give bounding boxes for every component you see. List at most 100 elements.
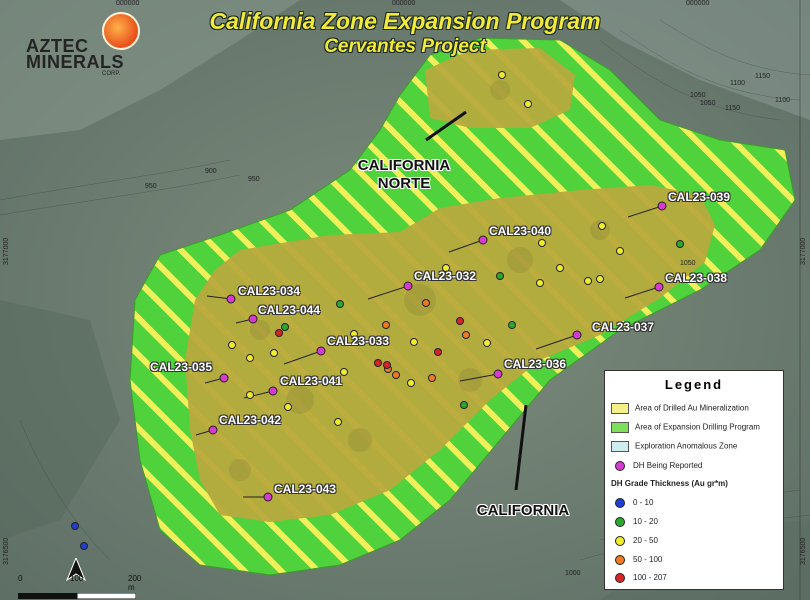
dh-grade-20-50 [596, 275, 604, 283]
contour-label: 1150 [725, 105, 741, 112]
coord-left-bottom: 3176500 [3, 537, 10, 565]
dh-reported-cal23-039 [657, 201, 667, 211]
zone-label-line: NORTE [377, 175, 431, 192]
legend-grade-100-207: 100 - 207 [611, 573, 667, 583]
dh-label-cal23-044[interactable]: CAL23-044 [258, 303, 320, 317]
dh-grade-20-50 [598, 222, 606, 230]
dh-label-cal23-037[interactable]: CAL23-037 [592, 320, 654, 334]
coord-right-bottom: 3176500 [800, 537, 807, 565]
dh-reported-cal23-034 [226, 294, 236, 304]
contour-label: 1100 [730, 80, 746, 87]
dh-grade-20-50 [246, 391, 254, 399]
legend-item-dh-reported: DH Being Reported [611, 461, 702, 471]
contour-label: 1000 [565, 570, 581, 577]
logo-line-3: CORP. [102, 71, 121, 77]
legend-label: 10 - 20 [633, 517, 658, 527]
legend-label: 0 - 10 [633, 498, 654, 508]
dh-label-cal23-042[interactable]: CAL23-042 [219, 413, 281, 427]
contour-label: 950 [248, 176, 260, 183]
dh-grade-10-20 [508, 321, 516, 329]
legend-grade-20-50: 20 - 50 [611, 536, 658, 546]
legend-swatch [611, 441, 629, 452]
dh-label-cal23-036[interactable]: CAL23-036 [504, 357, 566, 371]
dh-grade-50-100 [428, 374, 436, 382]
dh-grade-20-50 [407, 379, 415, 387]
dh-reported-cal23-033 [316, 346, 326, 356]
scale-label-zero: 0 [18, 574, 23, 583]
dh-grade-20-50 [584, 277, 592, 285]
dh-label-cal23-034[interactable]: CAL23-034 [238, 284, 300, 298]
dh-label-cal23-040[interactable]: CAL23-040 [489, 224, 551, 238]
legend-item-expansion: Area of Expansion Drilling Program [611, 422, 760, 433]
dh-reported-cal23-037 [572, 330, 582, 340]
dh-label-cal23-038[interactable]: CAL23-038 [665, 271, 727, 285]
legend-dot [615, 573, 625, 583]
legend-dot [615, 461, 625, 471]
dh-grade-50-100 [462, 331, 470, 339]
legend-title: Legend [664, 377, 724, 392]
dh-grade-10-20 [676, 240, 684, 248]
dh-reported-cal23-041 [268, 386, 278, 396]
dh-grade-20-50 [538, 239, 546, 247]
legend-label: Area of Drilled Au Mineralization [635, 403, 749, 413]
scale-bar: 0 100 200 m [18, 574, 141, 600]
dh-grade-100-207 [434, 348, 442, 356]
dh-grade-0-10 [80, 542, 88, 550]
legend-item-mineralization: Area of Drilled Au Mineralization [611, 403, 749, 414]
legend-item-anomalous: Exploration Anomalous Zone [611, 441, 737, 452]
dh-reported-cal23-043 [263, 492, 273, 502]
scale-label-mid: 100 [70, 574, 84, 583]
legend-grade-50-100: 50 - 100 [611, 555, 662, 565]
legend-label: Exploration Anomalous Zone [635, 441, 738, 451]
dh-reported-cal23-042 [208, 425, 218, 435]
contour-label: 900 [205, 168, 217, 175]
legend-label: DH Being Reported [633, 461, 703, 471]
dh-label-cal23-032[interactable]: CAL23-032 [414, 269, 476, 283]
dh-reported-cal23-032 [403, 281, 413, 291]
coord-top-1: 000000 [116, 0, 140, 7]
legend-dot [615, 536, 625, 546]
dh-label-cal23-039[interactable]: CAL23-039 [668, 190, 730, 204]
dh-label-cal23-043[interactable]: CAL23-043 [274, 482, 336, 496]
dh-grade-20-50 [410, 338, 418, 346]
dh-reported-cal23-038 [654, 282, 664, 292]
legend-swatch [611, 403, 629, 414]
dh-grade-20-50 [616, 247, 624, 255]
dh-reported-cal23-036 [493, 369, 503, 379]
dh-grade-20-50 [284, 403, 292, 411]
legend-dot [615, 517, 625, 527]
scale-bar-graphic [18, 592, 137, 600]
dh-label-cal23-033[interactable]: CAL23-033 [327, 334, 389, 348]
dh-grade-20-50 [498, 71, 506, 79]
zone-label-line: CALIFORNIA [476, 502, 570, 519]
legend-dot [615, 555, 625, 565]
logo-line-2: MINERALS [26, 52, 124, 72]
contour-label: 1100 [775, 97, 791, 104]
contour-label: 950 [145, 183, 157, 190]
legend-swatch [611, 422, 629, 433]
legend-label: 20 - 50 [633, 536, 658, 546]
zone-label-california-norte: CALIFORNIA NORTE [348, 157, 460, 193]
map-canvas[interactable]: California Zone Expansion Program Cervan… [0, 0, 810, 600]
dh-label-cal23-041[interactable]: CAL23-041 [280, 374, 342, 388]
dh-grade-100-207 [456, 317, 464, 325]
legend-grade-10-20: 10 - 20 [611, 517, 658, 527]
zone-label-california: CALIFORNIA [464, 502, 582, 520]
contour-label: 1050 [700, 100, 716, 107]
dh-grade-10-20 [281, 323, 289, 331]
dh-reported-cal23-040 [478, 235, 488, 245]
coord-top-3: 000000 [686, 0, 710, 7]
dh-grade-100-207 [275, 329, 283, 337]
legend-label: Area of Expansion Drilling Program [635, 422, 760, 432]
legend-label: 100 - 207 [633, 573, 667, 583]
dh-label-cal23-035[interactable]: CAL23-035 [150, 360, 212, 374]
dh-grade-10-20 [336, 300, 344, 308]
legend-grade-title: DH Grade Thickness (Au gr*m) [611, 479, 728, 488]
dh-grade-50-100 [392, 371, 400, 379]
contour-label: 1050 [680, 260, 696, 267]
dh-grade-0-10 [71, 522, 79, 530]
legend-label: 50 - 100 [633, 555, 663, 565]
aztec-sun-logo-icon [102, 12, 140, 50]
dh-grade-10-20 [496, 272, 504, 280]
dh-grade-10-20 [460, 401, 468, 409]
